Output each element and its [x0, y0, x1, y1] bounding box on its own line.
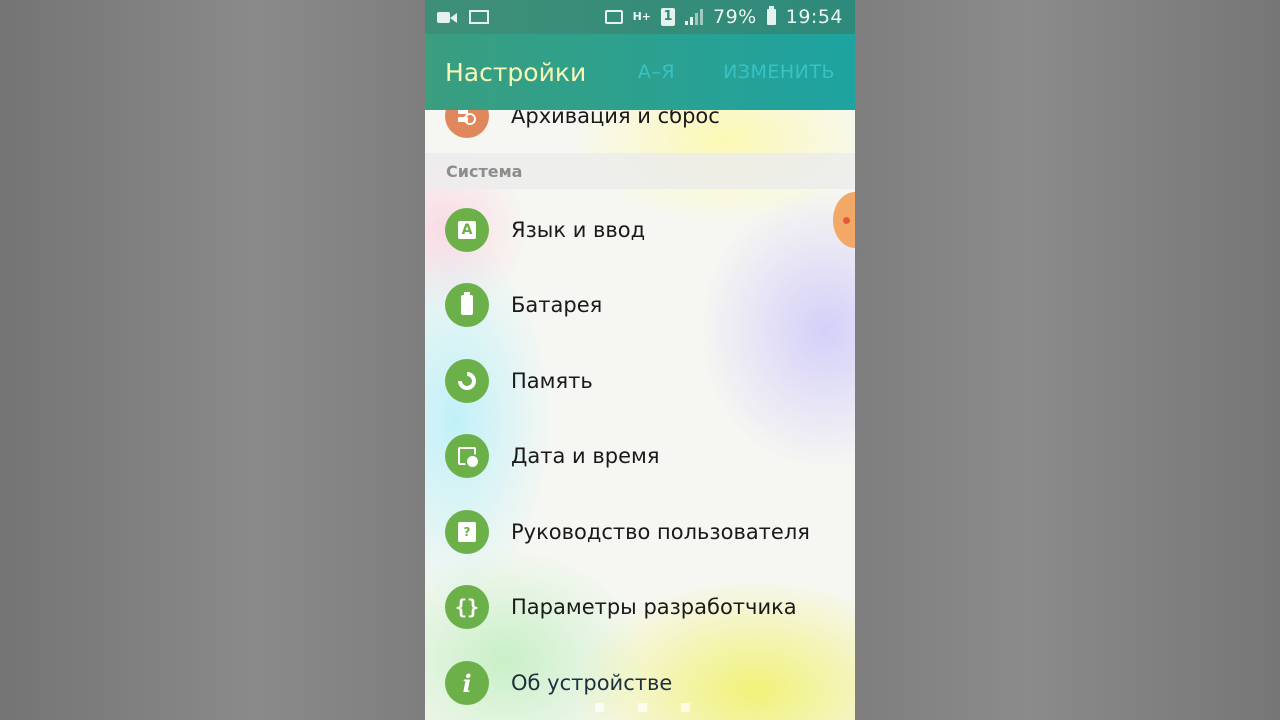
list-item-language-input[interactable]: A Язык и ввод — [425, 193, 855, 267]
list-item-battery[interactable]: Батарея — [425, 268, 855, 342]
right-blurred-background — [855, 0, 1280, 720]
list-item-label: Параметры разработчика — [511, 595, 797, 619]
calendar-clock-icon — [445, 434, 489, 478]
info-icon: i — [445, 661, 489, 705]
list-item-storage[interactable]: Память — [425, 344, 855, 418]
screen-cast-icon — [604, 10, 623, 24]
developer-braces-icon: {} — [445, 585, 489, 629]
list-item-date-time[interactable]: Дата и время — [425, 419, 855, 493]
phone-screen: Архивация и сброс Система A Язык и ввод … — [425, 0, 855, 720]
page-indicator — [595, 703, 690, 712]
list-item-label: Руководство пользователя — [511, 520, 810, 544]
page-dot — [681, 703, 690, 712]
battery-percent: 79% — [713, 6, 757, 28]
list-item-label: Батарея — [511, 293, 603, 317]
status-bar: H+ 1 79% 19:54 — [425, 0, 855, 34]
user-manual-icon: ? — [445, 510, 489, 554]
signal-icon — [685, 9, 703, 25]
list-item-label: Память — [511, 369, 593, 393]
battery-icon — [445, 283, 489, 327]
section-header-system: Система — [425, 153, 855, 189]
list-item-label: Язык и ввод — [511, 218, 646, 242]
clock: 19:54 — [785, 6, 843, 28]
section-title: Система — [446, 161, 523, 181]
email-icon — [469, 10, 489, 24]
list-item-label: Об устройстве — [511, 671, 673, 695]
page-dot — [595, 703, 604, 712]
sim-slot-icon: 1 — [661, 8, 675, 26]
network-type: H+ — [632, 10, 651, 23]
list-item-user-manual[interactable]: ? Руководство пользователя — [425, 495, 855, 569]
page-title: Настройки — [445, 57, 587, 87]
left-blurred-background — [0, 0, 425, 720]
edit-button[interactable]: ИЗМЕНИТЬ — [723, 61, 835, 83]
app-bar: Настройки А–Я ИЗМЕНИТЬ — [425, 34, 855, 110]
page-dot — [638, 703, 647, 712]
sort-az-button[interactable]: А–Я — [638, 61, 675, 83]
video-camera-icon — [437, 11, 457, 24]
language-icon: A — [445, 208, 489, 252]
list-item-label: Дата и время — [511, 444, 660, 468]
list-item-developer-options[interactable]: {} Параметры разработчика — [425, 570, 855, 644]
storage-icon — [445, 359, 489, 403]
battery-status-icon — [766, 6, 776, 25]
